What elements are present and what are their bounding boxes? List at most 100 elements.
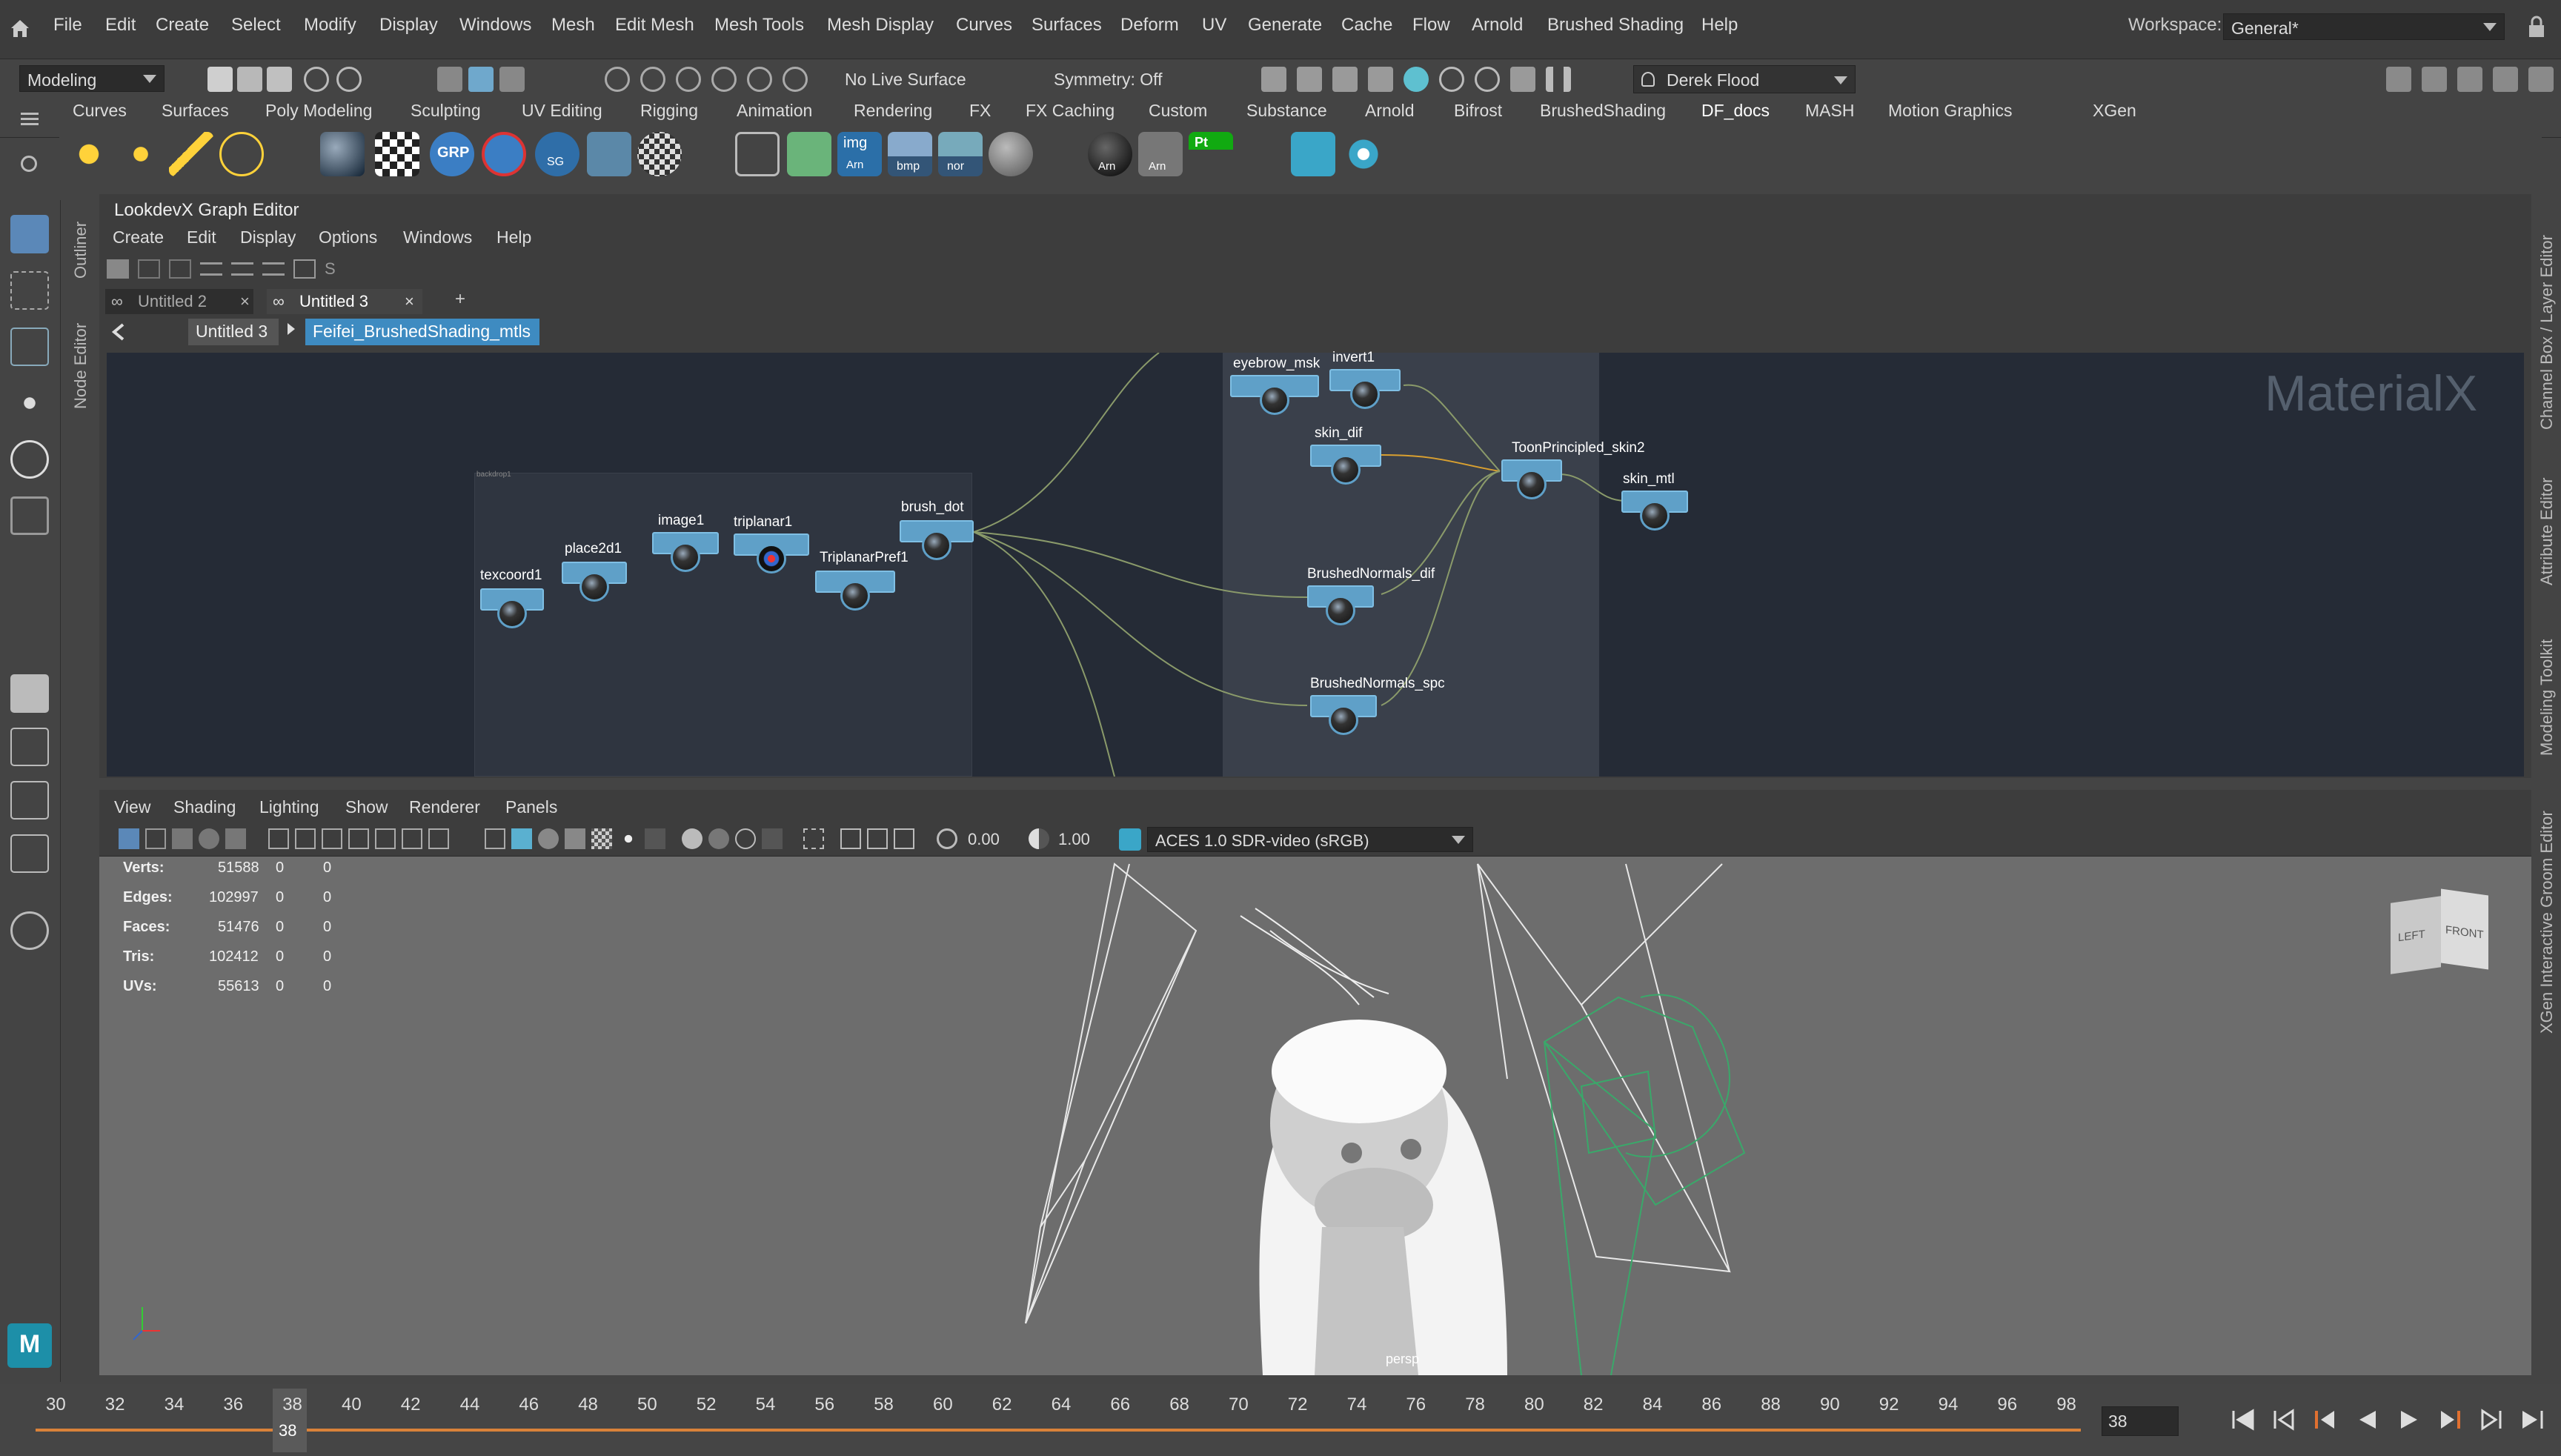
- viewport-menu-lighting[interactable]: Lighting: [259, 797, 319, 817]
- standard-surface-icon[interactable]: Arn: [1088, 132, 1132, 176]
- node-image1[interactable]: [652, 532, 719, 572]
- frame-grid-icon[interactable]: [587, 132, 631, 176]
- node-eyebrow-msk[interactable]: [1230, 375, 1319, 415]
- image-icon[interactable]: [787, 132, 831, 176]
- shelf-tab-custom[interactable]: Custom: [1149, 101, 1207, 121]
- character-model[interactable]: [1259, 1020, 1507, 1375]
- render-view-icon[interactable]: [1475, 67, 1500, 92]
- shadows-icon[interactable]: [645, 828, 665, 849]
- snap-view-icon[interactable]: [711, 67, 737, 92]
- gate-mask-icon[interactable]: [348, 828, 369, 849]
- pause-icon[interactable]: [1546, 67, 1571, 92]
- render-region-icon[interactable]: [1510, 67, 1535, 92]
- shelf-menu-icon[interactable]: [21, 110, 39, 127]
- menu-generate[interactable]: Generate: [1248, 15, 1322, 36]
- hair-strand-curves[interactable]: [1240, 908, 1389, 1005]
- graph-menu-create[interactable]: Create: [113, 227, 164, 247]
- hypershade-icon[interactable]: [1439, 67, 1464, 92]
- xgen-groom-editor-tab[interactable]: XGen Interactive Groom Editor: [2537, 811, 2557, 1034]
- image-plane-icon[interactable]: [199, 828, 219, 849]
- frame-all-icon[interactable]: [293, 259, 316, 279]
- lock-icon[interactable]: [2527, 15, 2546, 40]
- docs-link-icon[interactable]: [1291, 132, 1335, 176]
- wireframe-icon[interactable]: [485, 828, 505, 849]
- node-toonprincipled-skin2[interactable]: [1501, 459, 1562, 499]
- go-to-start-icon[interactable]: [2229, 1406, 2256, 1433]
- smooth-shade-icon[interactable]: [511, 828, 532, 849]
- move-tool-icon[interactable]: [10, 384, 49, 422]
- spot-light-icon[interactable]: [169, 132, 213, 176]
- symmetry-field[interactable]: Symmetry: Off: [1054, 70, 1163, 90]
- menu-modify[interactable]: Modify: [304, 15, 356, 36]
- node-place2d1[interactable]: [562, 562, 627, 602]
- xray-icon[interactable]: [840, 828, 861, 849]
- user-account-dropdown[interactable]: Derek Flood: [1633, 65, 1856, 93]
- menu-surfaces[interactable]: Surfaces: [1032, 15, 1102, 36]
- node-triplanar1[interactable]: [734, 533, 809, 574]
- paint-select-icon[interactable]: [10, 328, 49, 366]
- menu-select[interactable]: Select: [231, 15, 281, 36]
- field-chart-icon[interactable]: [375, 828, 396, 849]
- menu-windows[interactable]: Windows: [459, 15, 531, 36]
- graph-menu-help[interactable]: Help: [496, 227, 531, 247]
- select-hierarchy-icon[interactable]: [437, 67, 462, 92]
- graph-layout-icon[interactable]: [231, 262, 253, 276]
- menu-uv[interactable]: UV: [1202, 15, 1226, 36]
- bookmarks-icon[interactable]: [172, 828, 193, 849]
- four-pane-layout-icon[interactable]: [10, 728, 49, 766]
- select-object-icon[interactable]: [468, 67, 494, 92]
- graph-menu-windows[interactable]: Windows: [403, 227, 472, 247]
- resolution-gate-icon[interactable]: [322, 828, 342, 849]
- safe-title-icon[interactable]: [428, 828, 449, 849]
- shelf-tab-bifrost[interactable]: Bifrost: [1454, 101, 1502, 121]
- ambient-occlusion-icon[interactable]: [989, 132, 1033, 176]
- breadcrumb-untitled-3[interactable]: Untitled 3: [188, 319, 279, 345]
- graph-menu-edit[interactable]: Edit: [187, 227, 216, 247]
- step-back-key-icon[interactable]: [2271, 1406, 2297, 1433]
- normal-map-icon[interactable]: nor: [938, 132, 983, 176]
- snap-grid-icon[interactable]: [605, 67, 630, 92]
- checker-icon[interactable]: [375, 132, 419, 176]
- isolate-select-icon[interactable]: [803, 828, 824, 849]
- graph-layout-icon[interactable]: [200, 262, 222, 276]
- layout-toggle-icon[interactable]: [2528, 67, 2554, 92]
- shelf-tab-sculpting[interactable]: Sculpting: [411, 101, 481, 121]
- home-icon[interactable]: [9, 18, 31, 39]
- breadcrumb-current-compound[interactable]: Feifei_BrushedShading_mtls: [305, 319, 539, 345]
- shelf-tab-rendering[interactable]: Rendering: [854, 101, 932, 121]
- time-slider[interactable]: 38 30 32 34 36 38 40 42 44 46 48 50 52 54 56 58 60 62 64 6…: [0, 1384, 2561, 1456]
- snap-curve-icon[interactable]: [640, 67, 665, 92]
- menu-curves[interactable]: Curves: [956, 15, 1012, 36]
- ungroup-icon[interactable]: [482, 132, 526, 176]
- outliner-toggle-icon[interactable]: [2493, 67, 2518, 92]
- new-scene-icon[interactable]: [207, 67, 233, 92]
- save-scene-icon[interactable]: [267, 67, 292, 92]
- close-icon[interactable]: ×: [405, 292, 414, 311]
- bump-icon[interactable]: bmp: [888, 132, 932, 176]
- wireframe-on-shaded-icon[interactable]: [565, 828, 585, 849]
- menu-arnold[interactable]: Arnold: [1472, 15, 1523, 36]
- shelf-tab-curves[interactable]: Curves: [73, 101, 127, 121]
- graph-canvas[interactable]: MaterialX backdrop1 texcoord1 place2d1 i…: [107, 350, 2524, 777]
- xray-joints-icon[interactable]: [867, 828, 888, 849]
- outliner-layout-icon[interactable]: [10, 834, 49, 873]
- shelf-tab-uv-editing[interactable]: UV Editing: [522, 101, 602, 121]
- render-sequence-icon[interactable]: [1297, 67, 1322, 92]
- default-material-icon[interactable]: [538, 828, 559, 849]
- rotate-tool-icon[interactable]: [10, 440, 49, 479]
- step-forward-key-icon[interactable]: [2478, 1406, 2505, 1433]
- close-icon[interactable]: ×: [240, 292, 250, 311]
- color-management-icon[interactable]: [1119, 828, 1141, 851]
- menu-file[interactable]: File: [53, 15, 82, 36]
- clear-graph-icon[interactable]: S: [325, 259, 347, 279]
- node-triplanarpref1[interactable]: [815, 571, 895, 611]
- shelf-tab-fx-caching[interactable]: FX Caching: [1026, 101, 1115, 121]
- gear-icon[interactable]: [21, 156, 37, 172]
- search-icon[interactable]: [10, 911, 49, 950]
- single-pane-layout-icon[interactable]: [10, 674, 49, 713]
- graph-menu-options[interactable]: Options: [319, 227, 377, 247]
- depth-of-field-icon[interactable]: [762, 828, 783, 849]
- view-transform-dropdown[interactable]: ACES 1.0 SDR-video (sRGB): [1147, 827, 1473, 852]
- two-pane-layout-icon[interactable]: [10, 781, 49, 820]
- shelf-tab-mash[interactable]: MASH: [1805, 101, 1854, 121]
